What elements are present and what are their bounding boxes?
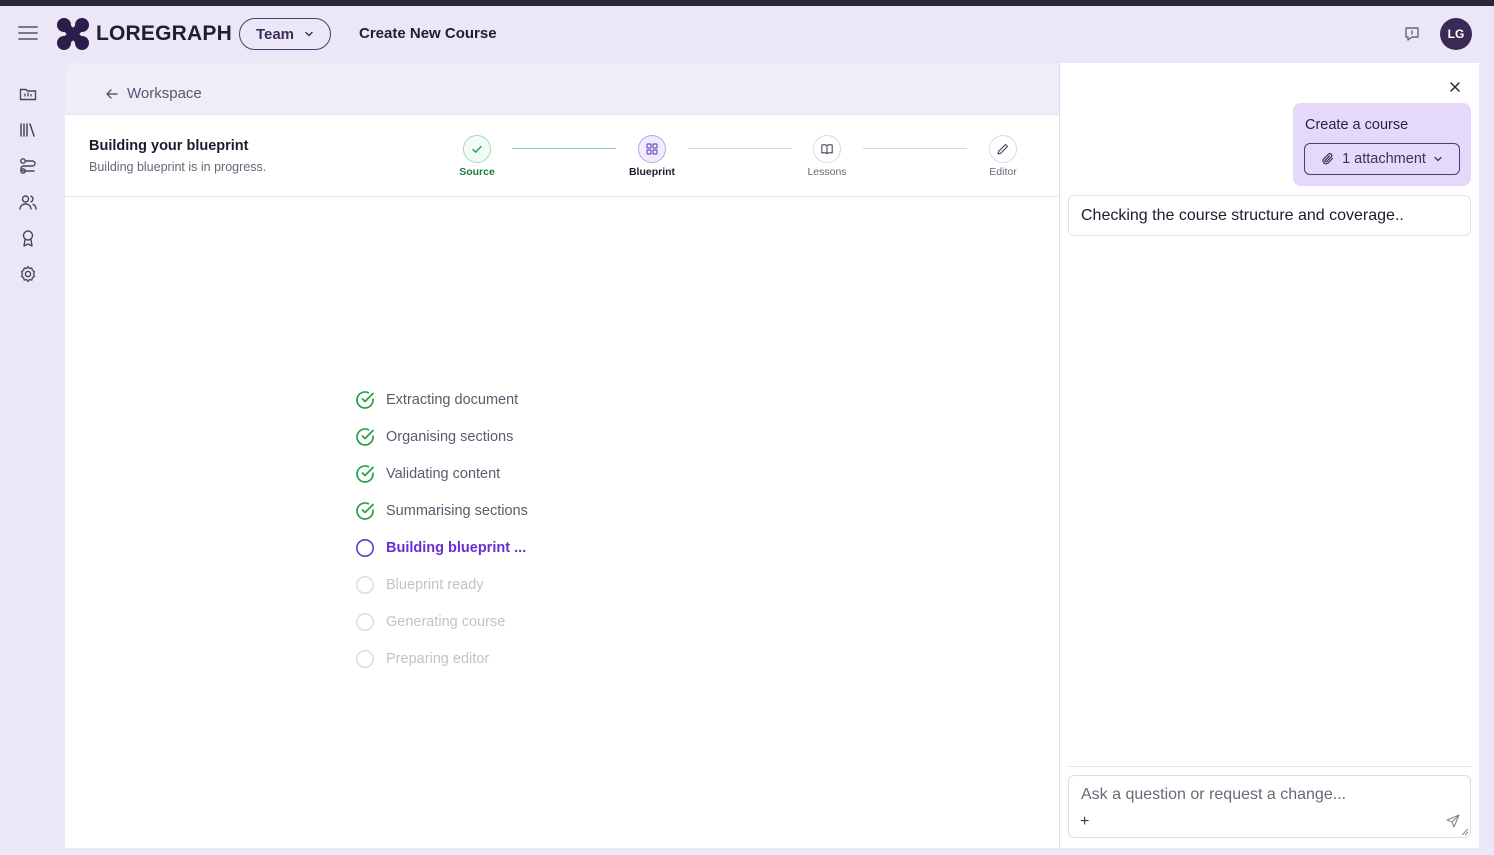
- progress-item-label: Blueprint ready: [386, 576, 484, 593]
- breadcrumb-bar: Workspace: [65, 63, 1059, 115]
- progress-item-done: Organising sections: [354, 418, 528, 455]
- progress-item-done: Validating content: [354, 455, 528, 492]
- circle-active-icon: [356, 538, 374, 557]
- stepper-header: Building your blueprint Building bluepri…: [65, 115, 1059, 197]
- pencil-icon: [997, 143, 1009, 155]
- send-icon[interactable]: [1446, 814, 1460, 828]
- step-blueprint-label: Blueprint: [628, 166, 676, 178]
- chevron-down-icon: [305, 31, 313, 37]
- logo-mark-icon: [57, 18, 89, 50]
- circle-icon: [356, 649, 374, 668]
- app-header: LOREGRAPH Team Create New Course LG: [0, 6, 1494, 62]
- chat-input-box: +: [1068, 775, 1471, 838]
- step-connector: [512, 148, 616, 149]
- step-editor-label: Editor: [989, 166, 1017, 178]
- avatar[interactable]: LG: [1440, 18, 1472, 50]
- attachment-dropdown[interactable]: 1 attachment: [1304, 143, 1460, 175]
- progress-item-label: Preparing editor: [386, 650, 490, 667]
- step-source-label: Source: [459, 166, 495, 178]
- assistant-message: Checking the course structure and covera…: [1068, 195, 1471, 236]
- workflow-icon[interactable]: [18, 156, 38, 176]
- step-lessons[interactable]: Lessons: [797, 135, 857, 178]
- user-message: Create a course 1 attachment: [1293, 103, 1471, 186]
- chat-input[interactable]: [1069, 776, 1470, 816]
- progress-item-pending: Blueprint ready: [354, 566, 528, 603]
- step-blueprint[interactable]: Blueprint: [622, 135, 682, 178]
- resize-handle-icon[interactable]: [1460, 827, 1469, 836]
- stepper-subtitle: Building blueprint is in progress.: [89, 160, 267, 174]
- step-editor[interactable]: Editor: [973, 135, 1033, 178]
- chevron-down-icon: [1434, 156, 1442, 162]
- progress-item-label: Extracting document: [386, 391, 519, 408]
- check-circle-icon: [356, 501, 374, 520]
- breadcrumb-label: Workspace: [127, 85, 202, 102]
- progress-item-pending: Preparing editor: [354, 640, 528, 677]
- grid-icon: [646, 143, 658, 155]
- check-circle-icon: [356, 427, 374, 446]
- step-connector: [863, 148, 967, 149]
- step-editor-circle: [989, 135, 1017, 163]
- folder-icon[interactable]: [18, 84, 38, 104]
- award-icon[interactable]: [18, 228, 38, 248]
- progress-item-label: Validating content: [386, 465, 501, 482]
- arrow-left-icon: [106, 88, 118, 99]
- circle-icon: [356, 575, 374, 594]
- team-dropdown-label: Team: [255, 25, 295, 43]
- step-blueprint-circle: [638, 135, 666, 163]
- step-lessons-label: Lessons: [807, 166, 847, 178]
- team-dropdown[interactable]: Team: [239, 18, 331, 50]
- side-rail: [0, 62, 56, 855]
- divider: [1068, 766, 1471, 767]
- brand-name: LOREGRAPH: [96, 22, 232, 45]
- breadcrumb-back-link[interactable]: Workspace: [105, 85, 202, 102]
- logo[interactable]: LOREGRAPH: [56, 17, 232, 51]
- check-circle-icon: [356, 464, 374, 483]
- main-content: Workspace Building your blueprint Buildi…: [65, 63, 1060, 848]
- check-circle-icon: [356, 390, 374, 409]
- progress-item-label: Summarising sections: [386, 502, 528, 519]
- book-open-icon: [821, 144, 833, 155]
- paperclip-icon: [1322, 153, 1334, 165]
- progress-item-done: Extracting document: [354, 381, 528, 418]
- feedback-icon[interactable]: [1403, 25, 1421, 43]
- settings-icon[interactable]: [18, 264, 38, 284]
- progress-item-done: Summarising sections: [354, 492, 528, 529]
- check-icon: [472, 145, 482, 153]
- attachment-label: 1 attachment: [1342, 151, 1426, 167]
- step-source[interactable]: Source: [447, 135, 507, 178]
- progress-item-label: Building blueprint ...: [386, 539, 527, 556]
- chat-panel: Create a course 1 attachment Checking th…: [1060, 63, 1479, 848]
- step-source-circle: [463, 135, 491, 163]
- page-title: Create New Course: [359, 25, 497, 42]
- progress-list: Extracting document Organising sections …: [354, 381, 528, 677]
- stepper-title: Building your blueprint: [89, 138, 249, 154]
- progress-item-label: Organising sections: [386, 428, 514, 445]
- circle-icon: [356, 612, 374, 631]
- progress-item-pending: Generating course: [354, 603, 528, 640]
- library-icon[interactable]: [18, 120, 38, 140]
- progress-item-label: Generating course: [386, 613, 506, 630]
- step-lessons-circle: [813, 135, 841, 163]
- add-button[interactable]: +: [1080, 813, 1089, 831]
- step-connector: [688, 148, 792, 149]
- scrollbar-track[interactable]: [1479, 63, 1494, 848]
- progress-item-active: Building blueprint ...: [354, 529, 528, 566]
- menu-icon[interactable]: [18, 25, 38, 41]
- users-icon[interactable]: [18, 192, 38, 212]
- user-message-text: Create a course: [1305, 117, 1409, 133]
- close-icon[interactable]: [1447, 79, 1463, 95]
